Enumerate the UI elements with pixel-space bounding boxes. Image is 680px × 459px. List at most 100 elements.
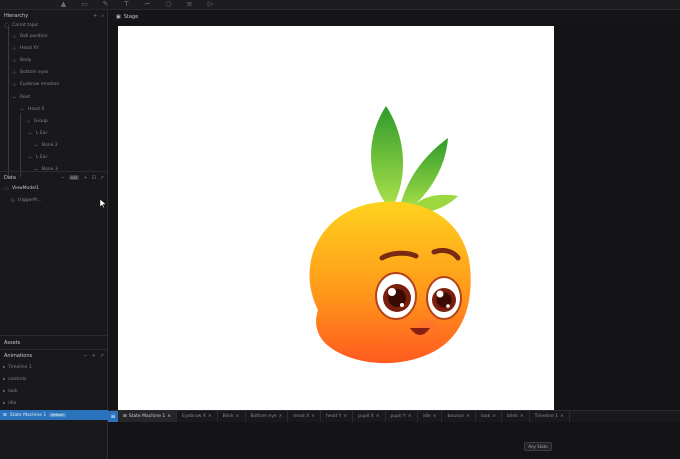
tab-pupil-x[interactable]: pupil X ×	[353, 411, 386, 422]
expand-icon[interactable]: ↗	[100, 353, 104, 359]
minus-icon[interactable]: −	[83, 353, 87, 359]
viewmodel-item[interactable]: ▭ ViewModel1	[4, 184, 39, 193]
frame-icon[interactable]: ▭	[81, 1, 88, 8]
timeline-icon: ▸	[3, 376, 6, 382]
close-icon[interactable]: ×	[408, 414, 412, 419]
tree-item[interactable]: ⊹ Group	[26, 117, 47, 126]
bone-icon: ⌐	[28, 154, 33, 161]
group-icon: ⊹	[12, 33, 17, 40]
timeline-icon: ▸	[3, 364, 6, 370]
tab-head-x[interactable]: head X ×	[288, 411, 321, 422]
add-icon[interactable]: +	[92, 353, 96, 359]
play-icon[interactable]: ▷	[207, 1, 214, 8]
group-icon: ⊹	[26, 118, 31, 125]
tab-idle[interactable]: idle ×	[418, 411, 443, 422]
assets-panel-header: Assets	[0, 337, 108, 348]
close-icon[interactable]: ×	[236, 414, 240, 419]
add-icon[interactable]: +	[93, 13, 97, 19]
data-title: Data	[4, 174, 16, 181]
close-icon[interactable]: ×	[560, 414, 564, 419]
pen-icon[interactable]: ✎	[102, 1, 109, 8]
tab-pupil-y[interactable]: pupil Y ×	[386, 411, 418, 422]
tree-item[interactable]: ⊹ Head XY	[12, 44, 39, 53]
state-machine-icon: ⊞	[3, 412, 7, 418]
tab-blink[interactable]: Blink ×	[218, 411, 246, 422]
mouse-cursor-icon	[100, 199, 106, 208]
fruit-character[interactable]	[118, 26, 554, 419]
stage-canvas[interactable]	[110, 22, 680, 419]
bone-tool-icon[interactable]: ⌐	[144, 1, 151, 8]
leaves	[371, 106, 458, 214]
tree-item[interactable]: ⊹ Body	[12, 56, 31, 65]
animations-title: Animations	[4, 352, 33, 359]
var-chip[interactable]: var	[68, 175, 80, 180]
hierarchy-title: Hierarchy	[4, 12, 29, 19]
tab-eyebrow-x[interactable]: Eyebrow X ×	[177, 411, 218, 422]
animation-item-selected[interactable]: ⊞ State Machine 1 default	[0, 410, 108, 420]
close-icon[interactable]: ×	[279, 414, 283, 419]
tree-item[interactable]: ⌐ Root	[12, 93, 30, 102]
hierarchy-panel-header: Hierarchy + ⌕	[0, 10, 108, 21]
close-icon[interactable]: ×	[208, 414, 212, 419]
close-icon[interactable]: ×	[433, 414, 437, 419]
group-icon: ⊹	[12, 81, 17, 88]
editor-window: ▲ ▭ ✎ T ⌐ ○ ≡ ▷ Hierarchy + ⌕ ▢ Carrot to…	[0, 0, 680, 459]
animation-item[interactable]: ▸ look	[0, 386, 108, 396]
tree-item[interactable]: ⌐ L Ear	[28, 129, 47, 138]
menu-icon[interactable]: ≡	[108, 411, 118, 422]
bone-icon: ⌐	[34, 142, 39, 149]
close-icon[interactable]: ×	[167, 414, 171, 419]
tab-bounce[interactable]: bounce ×	[442, 411, 476, 422]
assets-title: Assets	[4, 339, 21, 346]
any-state-node[interactable]: Any State	[524, 442, 552, 451]
bone-icon: ⌐	[12, 94, 17, 101]
tab-head-y[interactable]: head Y ×	[321, 411, 354, 422]
tree-item[interactable]: ⌐ Head X	[20, 105, 44, 114]
close-icon[interactable]: ×	[466, 414, 470, 419]
tree-item[interactable]: ⊹ Bottom eyes	[12, 68, 48, 77]
left-sidebar: Hierarchy + ⌕ ▢ Carrot topic ⊹ Ball positi…	[0, 10, 108, 459]
data-panel-header: Data − var + ⊡ ↗	[0, 172, 108, 183]
search-icon[interactable]: ⌕	[101, 13, 104, 19]
align-icon[interactable]: ≡	[186, 1, 193, 8]
top-toolbar: ▲ ▭ ✎ T ⌐ ○ ≡ ▷	[0, 0, 680, 10]
add-icon[interactable]: +	[83, 175, 87, 181]
viewmodel-icon: ▭	[4, 185, 9, 192]
tab-bottom-eye[interactable]: Bottom eye ×	[246, 411, 289, 422]
expand-icon[interactable]: ↗	[100, 175, 104, 181]
animation-item[interactable]: ▸ Timeline 1	[0, 362, 108, 372]
default-badge: default	[49, 413, 66, 417]
minus-icon[interactable]: −	[61, 175, 65, 181]
tab-state-machine-1[interactable]: ⊞ State Machine 1 ×	[118, 411, 178, 422]
tab-blink-2[interactable]: blink ×	[502, 411, 530, 422]
bone-icon: ⌐	[20, 106, 25, 113]
stage-title: Stage	[123, 14, 139, 20]
close-icon[interactable]: ×	[311, 414, 315, 419]
bone-icon: ⌐	[28, 130, 33, 137]
tab-timeline-1[interactable]: Timeline 1 ×	[530, 411, 570, 422]
right-eye	[426, 276, 462, 320]
tree-item[interactable]: ⊹ Ball position	[12, 32, 47, 41]
pointer-icon[interactable]: ▲	[60, 1, 67, 8]
left-eye	[375, 272, 417, 320]
state-machine-icon: ⊞	[123, 414, 127, 419]
shape-icon[interactable]: ○	[165, 1, 172, 8]
text-icon[interactable]: T	[123, 1, 130, 8]
tree-item[interactable]: ⌐ L Ear	[28, 153, 47, 162]
animations-panel-header: Animations − + ↗	[0, 350, 108, 361]
close-icon[interactable]: ×	[376, 414, 380, 419]
close-icon[interactable]: ×	[492, 414, 496, 419]
tree-item[interactable]: ⌐ Bone 2	[34, 141, 57, 150]
state-machine-graph[interactable]: Any State	[108, 422, 680, 459]
tree-item[interactable]: ▢ Carrot topic	[4, 21, 38, 30]
close-icon[interactable]: ×	[343, 414, 347, 419]
link-icon[interactable]: ⊡	[92, 175, 96, 181]
tab-look[interactable]: look ×	[476, 411, 502, 422]
close-icon[interactable]: ×	[520, 414, 524, 419]
tree-item[interactable]: ⊹ Eyebrow emotion	[12, 80, 59, 89]
animation-item[interactable]: ▸ idle	[0, 398, 108, 408]
trigger-property[interactable]: ⊙ triggerPr...	[10, 196, 41, 205]
animation-item[interactable]: ▸ controls	[0, 374, 108, 384]
timeline-icon: ▸	[3, 400, 6, 406]
artboard[interactable]	[118, 26, 554, 419]
